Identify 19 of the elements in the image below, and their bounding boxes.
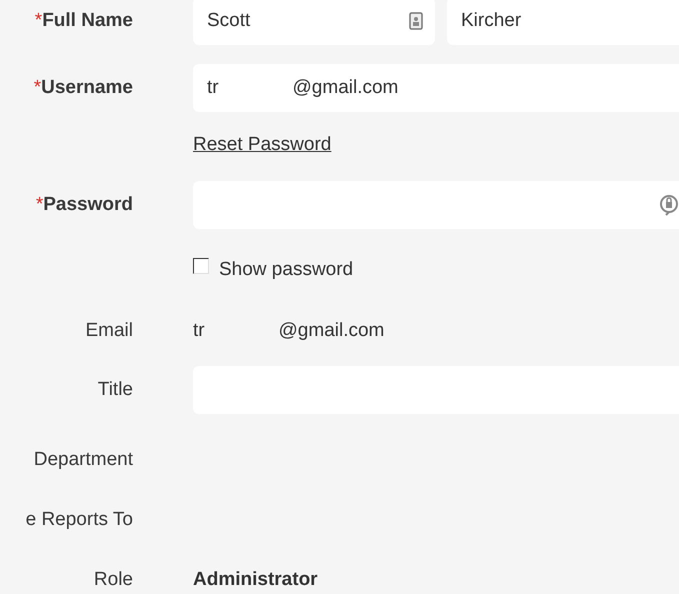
reset-password-link[interactable]: Reset Password [193,134,332,156]
last-name-field[interactable]: Kircher [447,0,679,45]
password-field[interactable] [193,181,679,229]
field-label: Department [34,449,133,471]
field-label: Email [85,320,133,342]
field-value: Administrator [193,569,318,591]
field-label: e Reports To [26,509,133,531]
text-field[interactable]: tr @gmail.com [193,64,679,112]
checkbox-label: Show password [219,259,354,281]
field-label: *Password [36,194,133,216]
field-value: tr @gmail.com [193,320,384,342]
field-label: *Username [34,77,133,99]
show-password-checkbox[interactable] [193,258,209,274]
password-reveal-icon[interactable] [659,194,679,216]
field-label: Title [98,379,133,401]
field-label: Role [94,569,133,591]
contact-card-icon[interactable] [409,12,423,30]
field-label: *Full Name [34,10,133,32]
first-name-field[interactable]: Scott [193,0,435,45]
